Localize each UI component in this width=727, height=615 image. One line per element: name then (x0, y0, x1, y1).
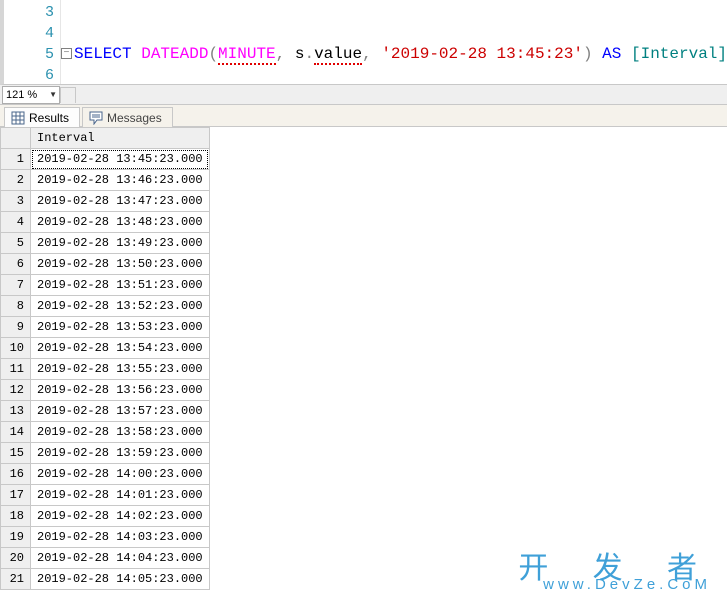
tab-messages[interactable]: Messages (82, 107, 173, 127)
row-number[interactable]: 15 (1, 443, 31, 464)
cell-interval[interactable]: 2019-02-28 13:55:23.000 (31, 359, 210, 380)
row-number[interactable]: 5 (1, 233, 31, 254)
sql-arg: MINUTE (218, 45, 276, 65)
row-number[interactable]: 16 (1, 464, 31, 485)
table-row[interactable]: 92019-02-28 13:53:23.000 (1, 317, 210, 338)
zoom-bar: 121 % ▼ (0, 85, 727, 105)
row-number[interactable]: 18 (1, 506, 31, 527)
cell-interval[interactable]: 2019-02-28 13:48:23.000 (31, 212, 210, 233)
table-row[interactable]: 192019-02-28 14:03:23.000 (1, 527, 210, 548)
column-header-interval[interactable]: Interval (31, 128, 210, 149)
horizontal-scrollbar[interactable] (60, 87, 727, 103)
cell-interval[interactable]: 2019-02-28 14:01:23.000 (31, 485, 210, 506)
table-row[interactable]: 52019-02-28 13:49:23.000 (1, 233, 210, 254)
sql-string: '2019-02-28 13:45:23' (381, 45, 583, 63)
cell-interval[interactable]: 2019-02-28 14:00:23.000 (31, 464, 210, 485)
row-number[interactable]: 6 (1, 254, 31, 275)
line-gutter: 3 4 5 6 (4, 0, 61, 84)
table-row[interactable]: 132019-02-28 13:57:23.000 (1, 401, 210, 422)
chevron-down-icon: ▼ (49, 90, 59, 99)
table-row[interactable]: 142019-02-28 13:58:23.000 (1, 422, 210, 443)
table-row[interactable]: 82019-02-28 13:52:23.000 (1, 296, 210, 317)
table-row[interactable]: 162019-02-28 14:00:23.000 (1, 464, 210, 485)
sql-col: value (314, 45, 362, 65)
row-number[interactable]: 19 (1, 527, 31, 548)
cell-interval[interactable]: 2019-02-28 13:49:23.000 (31, 233, 210, 254)
row-number[interactable]: 8 (1, 296, 31, 317)
messages-icon (89, 111, 103, 125)
row-number[interactable]: 20 (1, 548, 31, 569)
row-number[interactable]: 7 (1, 275, 31, 296)
row-number[interactable]: 10 (1, 338, 31, 359)
cell-interval[interactable]: 2019-02-28 13:59:23.000 (31, 443, 210, 464)
cell-interval[interactable]: 2019-02-28 14:03:23.000 (31, 527, 210, 548)
table-row[interactable]: 202019-02-28 14:04:23.000 (1, 548, 210, 569)
table-row[interactable]: 112019-02-28 13:55:23.000 (1, 359, 210, 380)
table-row[interactable]: 102019-02-28 13:54:23.000 (1, 338, 210, 359)
zoom-combo[interactable]: 121 % ▼ (2, 86, 60, 104)
cell-interval[interactable]: 2019-02-28 13:47:23.000 (31, 191, 210, 212)
tab-results-label: Results (29, 111, 69, 125)
row-number[interactable]: 2 (1, 170, 31, 191)
table-row[interactable]: 172019-02-28 14:01:23.000 (1, 485, 210, 506)
row-number[interactable]: 1 (1, 149, 31, 170)
table-row[interactable]: 72019-02-28 13:51:23.000 (1, 275, 210, 296)
table-row[interactable]: 122019-02-28 13:56:23.000 (1, 380, 210, 401)
cell-interval[interactable]: 2019-02-28 13:53:23.000 (31, 317, 210, 338)
row-number[interactable]: 12 (1, 380, 31, 401)
grid-icon (11, 111, 25, 125)
row-header-blank[interactable] (1, 128, 31, 149)
sql-editor[interactable]: 3 4 5 6 −SELECT DATEADD(MINUTE, s.value,… (0, 0, 727, 85)
sql-alias: [Interval] (631, 45, 727, 63)
table-row[interactable]: 22019-02-28 13:46:23.000 (1, 170, 210, 191)
table-row[interactable]: 42019-02-28 13:48:23.000 (1, 212, 210, 233)
cell-interval[interactable]: 2019-02-28 13:54:23.000 (31, 338, 210, 359)
cell-interval[interactable]: 2019-02-28 13:57:23.000 (31, 401, 210, 422)
cell-interval[interactable]: 2019-02-28 14:05:23.000 (31, 569, 210, 590)
row-number[interactable]: 3 (1, 191, 31, 212)
results-panel: Interval 12019-02-28 13:45:23.00022019-0… (0, 127, 727, 590)
row-number[interactable]: 4 (1, 212, 31, 233)
line-number: 4 (4, 23, 54, 44)
table-row[interactable]: 32019-02-28 13:47:23.000 (1, 191, 210, 212)
cell-interval[interactable]: 2019-02-28 13:52:23.000 (31, 296, 210, 317)
cell-interval[interactable]: 2019-02-28 14:02:23.000 (31, 506, 210, 527)
row-number[interactable]: 14 (1, 422, 31, 443)
cell-interval[interactable]: 2019-02-28 14:04:23.000 (31, 548, 210, 569)
cell-interval[interactable]: 2019-02-28 13:51:23.000 (31, 275, 210, 296)
fold-minus-icon[interactable]: − (61, 48, 72, 59)
cell-interval[interactable]: 2019-02-28 13:50:23.000 (31, 254, 210, 275)
sql-function: DATEADD (141, 45, 208, 63)
line-number: 3 (4, 2, 54, 23)
code-area[interactable]: −SELECT DATEADD(MINUTE, s.value, '2019-0… (61, 0, 727, 84)
tab-results[interactable]: Results (4, 107, 80, 127)
cell-interval[interactable]: 2019-02-28 13:45:23.000 (31, 149, 210, 170)
zoom-value: 121 % (6, 89, 37, 101)
table-row[interactable]: 182019-02-28 14:02:23.000 (1, 506, 210, 527)
line-number: 5 (4, 44, 54, 65)
results-grid[interactable]: Interval 12019-02-28 13:45:23.00022019-0… (0, 127, 210, 590)
table-row[interactable]: 152019-02-28 13:59:23.000 (1, 443, 210, 464)
row-number[interactable]: 9 (1, 317, 31, 338)
row-number[interactable]: 13 (1, 401, 31, 422)
row-number[interactable]: 17 (1, 485, 31, 506)
cell-interval[interactable]: 2019-02-28 13:46:23.000 (31, 170, 210, 191)
sql-keyword: SELECT (74, 45, 132, 63)
row-number[interactable]: 21 (1, 569, 31, 590)
table-row[interactable]: 12019-02-28 13:45:23.000 (1, 149, 210, 170)
cell-interval[interactable]: 2019-02-28 13:58:23.000 (31, 422, 210, 443)
line-number: 6 (4, 65, 54, 85)
cell-interval[interactable]: 2019-02-28 13:56:23.000 (31, 380, 210, 401)
tab-messages-label: Messages (107, 111, 162, 125)
row-number[interactable]: 11 (1, 359, 31, 380)
table-row[interactable]: 212019-02-28 14:05:23.000 (1, 569, 210, 590)
table-row[interactable]: 62019-02-28 13:50:23.000 (1, 254, 210, 275)
results-tabs: Results Messages (0, 105, 727, 127)
